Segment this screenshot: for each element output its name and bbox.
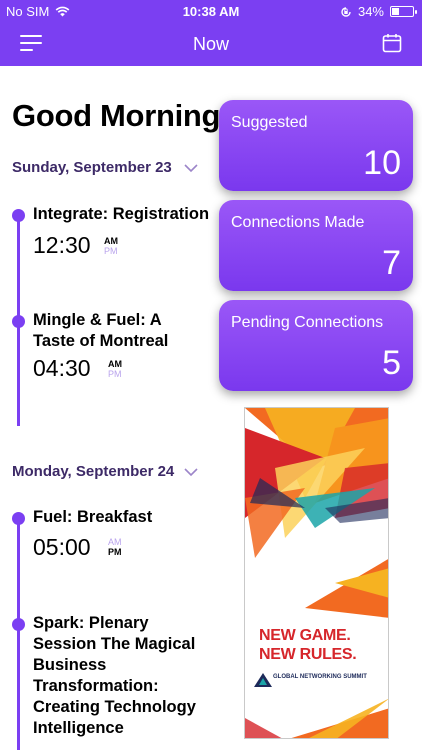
- chevron-down-icon[interactable]: [184, 163, 198, 173]
- ampm-indicator: AM PM: [108, 359, 122, 379]
- pm-label: PM: [104, 246, 118, 256]
- ad-headline: NEW GAME. NEW RULES.: [259, 626, 357, 664]
- chevron-down-icon[interactable]: [184, 467, 198, 477]
- battery-icon: [390, 6, 417, 17]
- event-title: Mingle & Fuel: A Taste of Montreal: [33, 311, 169, 350]
- event-title: Spark: Plenary Session The Magical Busin…: [33, 614, 196, 737]
- pending-connections-card[interactable]: Pending Connections 5: [219, 300, 413, 391]
- pm-label: PM: [108, 547, 122, 557]
- day-header-monday[interactable]: Monday, September 24: [12, 463, 202, 485]
- ampm-indicator: AM PM: [104, 236, 118, 256]
- am-label: AM: [108, 359, 122, 369]
- status-right: 34%: [340, 4, 417, 19]
- card-label: Suggested: [231, 114, 308, 131]
- event-title: Integrate: Registration: [33, 205, 210, 223]
- card-label: Connections Made: [231, 214, 365, 231]
- calendar-icon[interactable]: [382, 33, 402, 53]
- timeline-dot: [12, 512, 25, 525]
- event-item[interactable]: Fuel: Breakfast 05:00 AM PM: [12, 507, 212, 567]
- card-value: 10: [363, 144, 401, 182]
- card-label: Pending Connections: [231, 314, 384, 331]
- summit-logo-icon: [254, 673, 272, 687]
- connections-made-card[interactable]: Connections Made 7: [219, 200, 413, 291]
- event-item[interactable]: Mingle & Fuel: A Taste of Montreal 04:30…: [12, 310, 212, 390]
- card-value: 7: [382, 244, 401, 282]
- am-label: AM: [108, 537, 122, 547]
- ad-brand: GLOBAL NETWORKING SUMMIT: [273, 674, 367, 680]
- ad-artwork: [245, 408, 388, 738]
- card-value: 5: [382, 344, 401, 382]
- ampm-indicator: AM PM: [108, 537, 122, 557]
- battery-percent: 34%: [357, 4, 384, 19]
- nav-title: Now: [192, 34, 229, 54]
- ad-headline-line: NEW RULES.: [259, 646, 357, 663]
- event-time: 12:30: [33, 232, 91, 258]
- event-time: 05:00: [33, 534, 91, 560]
- event-item[interactable]: Spark: Plenary Session The Magical Busin…: [12, 613, 212, 750]
- am-label: AM: [104, 236, 118, 246]
- pm-label: PM: [108, 369, 122, 379]
- status-bar: No SIM 10:38 AM 34%: [0, 0, 422, 22]
- event-item[interactable]: Integrate: Registration 12:30 AM PM: [12, 204, 212, 264]
- nav-bar: Now: [0, 22, 422, 66]
- ad-banner[interactable]: NEW GAME. NEW RULES. GLOBAL NETWORKING S…: [244, 407, 389, 739]
- day-label: Monday, September 24: [12, 463, 175, 480]
- timeline-dot: [12, 209, 25, 222]
- greeting-heading: Good Morning: [12, 98, 221, 133]
- event-title: Fuel: Breakfast: [33, 508, 153, 526]
- day-label: Sunday, September 23: [12, 159, 172, 176]
- timeline-dot: [12, 618, 25, 631]
- suggested-card[interactable]: Suggested 10: [219, 100, 413, 191]
- ad-headline-line: NEW GAME.: [259, 627, 351, 644]
- event-time: 04:30: [33, 355, 91, 381]
- day-header-sunday[interactable]: Sunday, September 23: [12, 159, 202, 181]
- battery-fill: [392, 8, 399, 15]
- timeline-dot: [12, 315, 25, 328]
- orientation-lock-icon: [341, 6, 351, 17]
